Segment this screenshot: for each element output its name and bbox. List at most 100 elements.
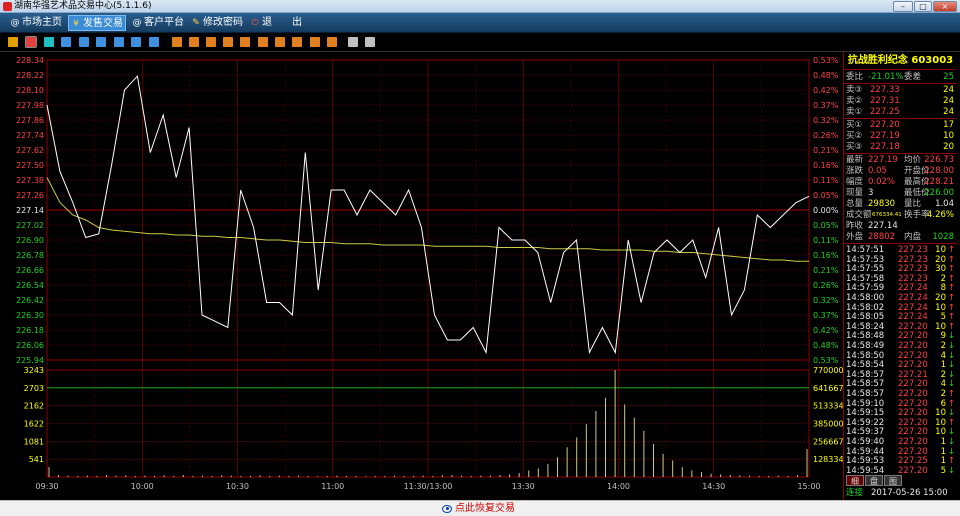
- stat-value-2: 228.00: [924, 166, 954, 176]
- grid-icon[interactable]: [79, 37, 89, 47]
- stat-label-2: 换手率: [904, 210, 930, 220]
- price-axis-label: 227.26: [16, 191, 44, 200]
- volume-axis-label-right: 770000: [813, 366, 843, 375]
- menu-exit-2[interactable]: 出: [278, 15, 302, 31]
- tick-time: 14:58:54: [846, 360, 885, 371]
- tick-volume: 10: [935, 302, 946, 313]
- pct-axis-label: 0.05%: [813, 191, 839, 200]
- pct-axis-label: 0.32%: [813, 296, 839, 305]
- draw-icon[interactable]: [348, 37, 358, 47]
- stat-value-2: 228.21: [924, 177, 954, 187]
- stat-row: 外盘 28802 内盘 1028: [846, 232, 956, 242]
- quote-panel: 抗战胜利纪念 603003 委比 -21.01% 委差 25 卖③ 227.33 24 卖② 2…: [843, 52, 957, 500]
- f9-icon[interactable]: [310, 37, 320, 47]
- tick-volume: 4: [940, 350, 946, 361]
- panel-tab[interactable]: 细: [846, 475, 864, 486]
- f10-icon[interactable]: [327, 37, 337, 47]
- ask-label: 卖②: [846, 96, 863, 106]
- minimize-button[interactable]: –: [893, 1, 913, 12]
- stat-value-2: 1028: [932, 232, 954, 242]
- price-axis-label: 227.38: [16, 176, 44, 185]
- volume-axis-label: 3243: [24, 366, 44, 375]
- f3-icon[interactable]: [206, 37, 216, 47]
- f2-icon[interactable]: [189, 37, 199, 47]
- bid-volume: 10: [943, 131, 954, 141]
- tick-time: 14:59:37: [846, 427, 885, 438]
- stat-value-2: 4.26%: [926, 210, 954, 220]
- tick-price: 227.24: [898, 293, 928, 303]
- price-axis-label: 226.78: [16, 251, 44, 260]
- price-axis-label: 227.02: [16, 221, 44, 230]
- tick-volume: 2: [940, 341, 946, 351]
- calendar-icon[interactable]: [61, 37, 71, 47]
- list-icon[interactable]: [96, 37, 106, 47]
- window-icon[interactable]: [131, 37, 141, 47]
- restore-trading-link[interactable]: 点此恢复交易: [442, 502, 515, 516]
- line-chart-icon[interactable]: [25, 36, 37, 48]
- menu-market-home[interactable]: @ 市场主页: [8, 15, 64, 31]
- close-button[interactable]: ×: [933, 1, 957, 12]
- ask-row: 卖③ 227.33 24: [846, 85, 956, 95]
- bid-label: 买③: [846, 142, 863, 152]
- tick-price: 227.23: [898, 264, 928, 275]
- maximize-button[interactable]: □: [914, 1, 932, 12]
- pct-axis-label: 0.26%: [813, 131, 839, 140]
- panel-tab[interactable]: 图: [884, 475, 902, 486]
- volume-axis-label: 2703: [24, 384, 44, 393]
- menu-exit[interactable]: ⏻ 退: [248, 15, 278, 31]
- tick-time: 14:58:48: [846, 331, 885, 342]
- tick-volume: 30: [935, 264, 946, 275]
- stat-value-2: 226.00: [924, 188, 954, 198]
- export-icon[interactable]: [149, 37, 159, 47]
- arrow-up-icon: ↑: [947, 245, 955, 255]
- tick-row: 14:57:58 227.23 2 ↑: [846, 274, 956, 284]
- arrow-up-icon: ↑: [947, 264, 955, 275]
- bid-price: 227.19: [870, 131, 900, 141]
- ask-label: 卖③: [846, 85, 863, 95]
- f6-icon[interactable]: [258, 37, 268, 47]
- volume-axis-label: 541: [29, 455, 44, 464]
- menu-trade[interactable]: ¥ 发售交易: [68, 15, 126, 31]
- arrow-up-icon: ↑: [947, 273, 955, 284]
- arrow-down-icon: ↓: [947, 427, 955, 438]
- f8-icon[interactable]: [292, 37, 302, 47]
- settings-icon[interactable]: [365, 37, 375, 47]
- tick-time: 14:59:15: [846, 408, 885, 419]
- stock-title: 抗战胜利纪念 603003: [844, 52, 957, 70]
- tick-price: 227.20: [898, 331, 928, 342]
- tick-price: 227.20: [898, 427, 928, 438]
- time-axis-label: 13:30: [512, 482, 535, 491]
- stat-value: 227.14: [868, 221, 898, 231]
- volume-icon[interactable]: [44, 37, 54, 47]
- tick-volume: 10: [935, 417, 946, 428]
- ticks-separator: [844, 243, 957, 244]
- menu-label: 出: [292, 17, 302, 28]
- index-icon[interactable]: [114, 37, 124, 47]
- f4-icon[interactable]: [223, 37, 233, 47]
- tick-row: 14:57:59 227.24 8 ↑: [846, 283, 956, 293]
- stat-value: 28802: [868, 232, 896, 242]
- menu-client-platform[interactable]: @ 客户平台: [130, 15, 186, 31]
- pct-axis-label: 0.11%: [813, 236, 839, 245]
- menu-change-password[interactable]: ✎ 修改密码: [189, 15, 247, 31]
- arrow-down-icon: ↓: [947, 350, 955, 361]
- tick-row: 14:57:53 227.23 20 ↑: [846, 255, 956, 265]
- time-axis-label: 11:30/13:00: [404, 482, 453, 491]
- f5-icon[interactable]: [240, 37, 250, 47]
- f1-icon[interactable]: [172, 37, 182, 47]
- bar-chart-icon[interactable]: [8, 37, 18, 47]
- connection-status: 连接 2017-05-26 15:00: [844, 487, 957, 499]
- tick-time: 14:57:58: [846, 273, 885, 284]
- chart-svg[interactable]: 228.34 0.53% 228.22 0.48% 228.10 0.42% 227.98 0…: [0, 52, 844, 500]
- arrow-up-icon: ↑: [947, 398, 955, 409]
- f7-icon[interactable]: [275, 37, 285, 47]
- tick-price: 227.20: [898, 446, 928, 457]
- volume-axis-label: 1081: [24, 437, 44, 446]
- price-axis-label: 226.90: [16, 236, 44, 245]
- tick-time: 14:59:22: [846, 417, 885, 428]
- tick-volume: 5: [940, 312, 946, 323]
- panel-tab[interactable]: 盘: [865, 475, 883, 486]
- ask-volume: 24: [943, 107, 954, 117]
- bid-row: 买② 227.19 10: [846, 131, 956, 141]
- tick-price: 227.24: [898, 283, 928, 294]
